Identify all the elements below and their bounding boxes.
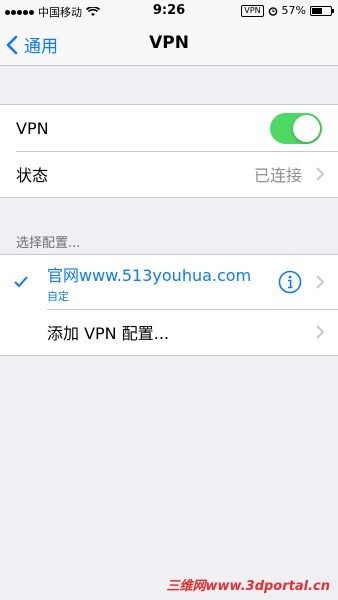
- info-icon[interactable]: [278, 270, 302, 294]
- vpn-config-item[interactable]: 官网www.513youhua.com 自定: [0, 255, 338, 309]
- status-row[interactable]: 状态 已连接: [0, 151, 338, 197]
- add-vpn-config-button[interactable]: 添加 VPN 配置...: [0, 309, 338, 355]
- toggle-knob: [293, 115, 320, 142]
- config-type: 自定: [47, 290, 69, 303]
- status-value: 已连接: [253, 166, 302, 185]
- chevron-right-icon: [316, 325, 324, 339]
- vpn-toggle-row: VPN: [0, 105, 338, 151]
- battery-percent: 57%: [281, 4, 306, 17]
- alarm-icon: [268, 6, 277, 16]
- page-title: VPN: [149, 33, 189, 53]
- vpn-config-group: 官网www.513youhua.com 自定 添加 VPN 配置...: [0, 254, 338, 356]
- vpn-status-badge: VPN: [241, 4, 264, 17]
- checkmark-icon: [14, 276, 28, 288]
- status-label: 状态: [16, 166, 49, 185]
- battery-icon: [310, 5, 334, 16]
- navigation-bar: 通用 VPN: [0, 22, 338, 66]
- config-text: 官网www.513youhua.com 自定: [47, 262, 251, 304]
- vpn-toggle[interactable]: [270, 113, 322, 144]
- chevron-right-icon: [316, 167, 324, 181]
- config-name: 官网www.513youhua.com: [47, 266, 252, 285]
- vpn-label: VPN: [16, 118, 49, 138]
- status-bar: 中国移动 9:26 VPN 57%: [0, 0, 338, 22]
- watermark: 三维网www.3dportal.cn: [166, 579, 330, 594]
- section-header: 选择配置...: [16, 236, 81, 251]
- chevron-right-icon: [316, 275, 324, 289]
- add-vpn-config-label: 添加 VPN 配置...: [47, 324, 169, 343]
- status-bar-right: VPN 57%: [241, 4, 334, 17]
- battery-fill: [312, 7, 323, 14]
- vpn-settings-group: VPN 状态 已连接: [0, 104, 338, 198]
